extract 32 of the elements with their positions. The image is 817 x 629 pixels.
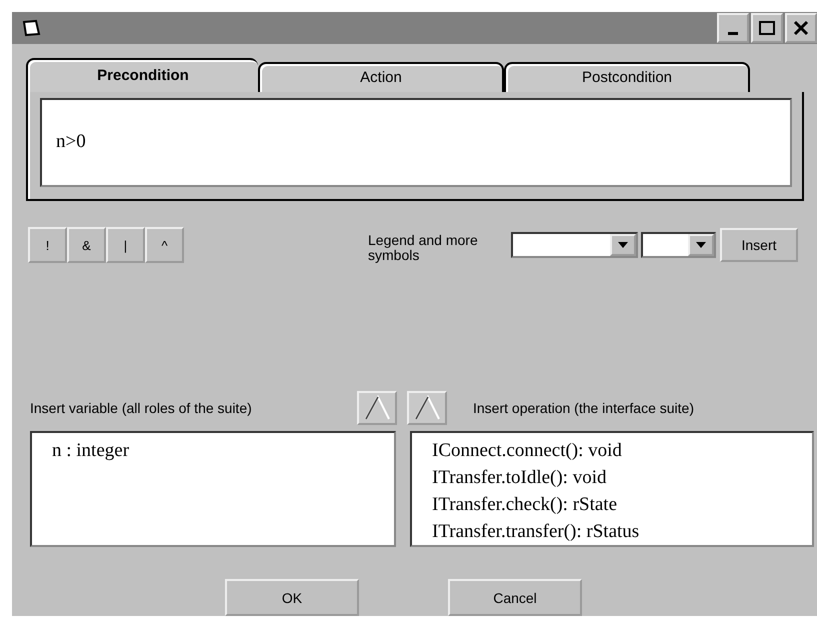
symbol-dropdown[interactable] [511, 232, 638, 258]
operation-item[interactable]: ITransfer.transfer(): rStatus [432, 518, 792, 545]
operation-label: Insert operation (the interface suite) [473, 400, 694, 416]
dialog-button[interactable]: OK [225, 579, 359, 616]
variable-item[interactable]: n : integer [52, 437, 374, 464]
caret-icon [696, 242, 706, 248]
symbol-button[interactable]: & [67, 227, 106, 263]
legend-label: Legend and more symbols [368, 231, 479, 263]
close-icon [793, 20, 809, 36]
minimize-button[interactable] [717, 12, 749, 43]
dialog-button[interactable]: Cancel [448, 579, 582, 616]
tab[interactable]: Action [258, 62, 504, 92]
minimize-icon [728, 32, 738, 36]
window-icon [22, 18, 42, 37]
maximize-icon [759, 20, 775, 35]
symbol-button[interactable]: | [106, 227, 145, 263]
expression-field[interactable]: n>0 [40, 98, 792, 187]
symbol-button[interactable]: ^ [145, 227, 184, 263]
close-button[interactable] [785, 12, 817, 43]
tab[interactable]: Postcondition [504, 62, 750, 92]
maximize-button[interactable] [751, 12, 783, 43]
symbol-button[interactable]: ! [28, 227, 67, 263]
variable-label: Insert variable (all roles of the suite) [30, 400, 253, 416]
insert-button[interactable]: Insert [720, 228, 798, 262]
tab[interactable]: Precondition [26, 58, 258, 92]
triangle-button[interactable] [407, 391, 447, 425]
symbol-dropdown[interactable] [641, 232, 716, 258]
operation-item[interactable]: ITransfer.check(): rState [432, 491, 792, 518]
operation-item[interactable]: IConnect.connect(): void [432, 437, 792, 464]
caret-icon [618, 242, 628, 248]
triangle-button[interactable] [357, 391, 397, 425]
operation-item[interactable]: ITransfer.toIdle(): void [432, 464, 792, 491]
